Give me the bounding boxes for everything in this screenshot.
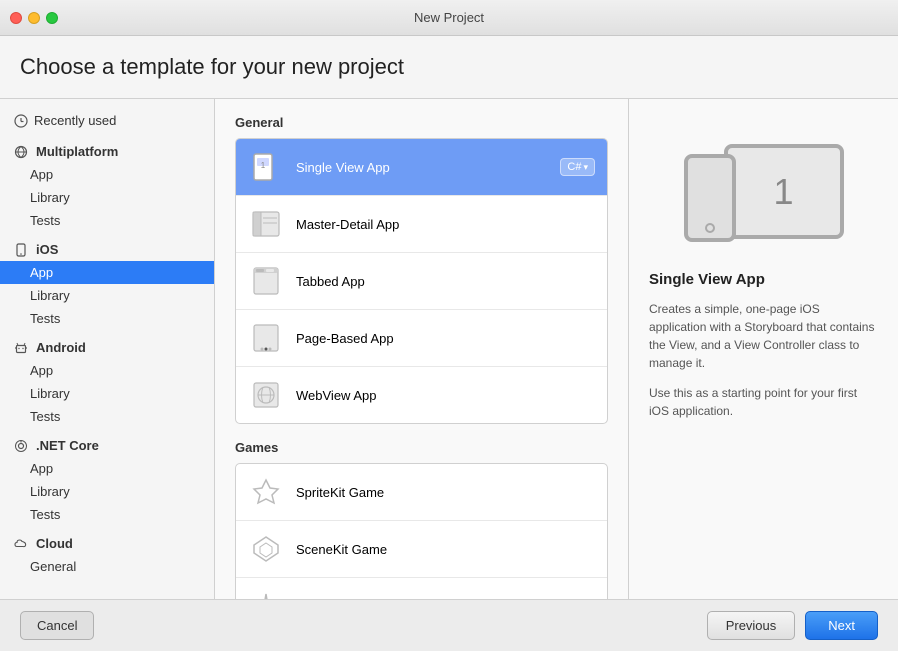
phone-home-button	[705, 223, 715, 233]
sidebar-section-netcore: .NET Core	[0, 428, 214, 457]
sidebar-section-multiplatform: Multiplatform	[0, 134, 214, 163]
multiplatform-icon	[14, 145, 28, 159]
spritekit-game-label: SpriteKit Game	[296, 485, 595, 500]
scenekit-icon	[248, 531, 284, 567]
sidebar-section-ios: iOS	[0, 232, 214, 261]
sidebar-item-android-library[interactable]: Library	[0, 382, 214, 405]
window-controls	[10, 12, 58, 24]
spritekit-icon	[248, 474, 284, 510]
single-view-app-label: Single View App	[296, 160, 548, 175]
tabbed-app-label: Tabbed App	[296, 274, 595, 289]
metal-icon	[248, 588, 284, 599]
sidebar-item-netcore-library[interactable]: Library	[0, 480, 214, 503]
svg-text:1: 1	[261, 161, 266, 170]
device-illustration: 1	[684, 139, 844, 249]
cancel-button[interactable]: Cancel	[20, 611, 94, 640]
template-master-detail-app[interactable]: Master-Detail App	[236, 196, 607, 253]
language-label: C#	[567, 161, 581, 173]
sidebar-item-ios-library[interactable]: Library	[0, 284, 214, 307]
sidebar-item-multiplatform-tests[interactable]: Tests	[0, 209, 214, 232]
template-preview: 1	[649, 119, 878, 259]
language-badge[interactable]: C# ▾	[560, 158, 595, 176]
netcore-label: .NET Core	[36, 438, 99, 453]
single-view-app-icon: 1	[248, 149, 284, 185]
chevron-down-icon: ▾	[583, 162, 588, 173]
sidebar-item-cloud-general[interactable]: General	[0, 555, 214, 578]
clock-icon	[14, 114, 28, 128]
template-metal-game[interactable]: Metal Game	[236, 578, 607, 599]
games-section-header: Games	[235, 440, 608, 455]
preview-number: 1	[773, 171, 793, 213]
next-button[interactable]: Next	[805, 611, 878, 640]
detail-description-1: Creates a simple, one-page iOS applicati…	[649, 300, 878, 372]
sidebar-section-android: Android	[0, 330, 214, 359]
template-spritekit-game[interactable]: SpriteKit Game	[236, 464, 607, 521]
phone-device	[684, 154, 736, 242]
sidebar-item-android-tests[interactable]: Tests	[0, 405, 214, 428]
sidebar: Recently used Multiplatform App Library …	[0, 99, 215, 599]
close-button[interactable]	[10, 12, 22, 24]
sidebar-item-multiplatform-app[interactable]: App	[0, 163, 214, 186]
template-webview-app[interactable]: WebView App	[236, 367, 607, 423]
page-title: Choose a template for your new project	[20, 54, 404, 79]
window-title: New Project	[414, 10, 484, 25]
footer-right: Previous Next	[707, 611, 878, 640]
template-tabbed-app[interactable]: Tabbed App	[236, 253, 607, 310]
previous-button[interactable]: Previous	[707, 611, 796, 640]
footer: Cancel Previous Next	[0, 599, 898, 651]
recently-used-label: Recently used	[34, 113, 116, 128]
template-scenekit-game[interactable]: SceneKit Game	[236, 521, 607, 578]
sidebar-item-netcore-app[interactable]: App	[0, 457, 214, 480]
detail-description-2: Use this as a starting point for your fi…	[649, 384, 878, 420]
page-header: Choose a template for your new project	[0, 36, 898, 99]
footer-left: Cancel	[20, 611, 94, 640]
sidebar-item-netcore-tests[interactable]: Tests	[0, 503, 214, 526]
sidebar-item-multiplatform-library[interactable]: Library	[0, 186, 214, 209]
template-panel: General 1 Single View App C# ▾	[215, 99, 628, 599]
cloud-label: Cloud	[36, 536, 73, 551]
template-page-based-app[interactable]: Page-Based App	[236, 310, 607, 367]
webview-app-icon	[248, 377, 284, 413]
template-single-view-app[interactable]: 1 Single View App C# ▾	[236, 139, 607, 196]
minimize-button[interactable]	[28, 12, 40, 24]
tablet-device: 1	[724, 144, 844, 239]
general-template-list: 1 Single View App C# ▾	[235, 138, 608, 424]
detail-title: Single View App	[649, 271, 878, 288]
games-template-list: SpriteKit Game SceneKit Game	[235, 463, 608, 599]
sidebar-item-ios-app[interactable]: App	[0, 261, 214, 284]
sidebar-item-android-app[interactable]: App	[0, 359, 214, 382]
ios-label: iOS	[36, 242, 58, 257]
page-based-app-icon	[248, 320, 284, 356]
android-icon	[14, 341, 28, 355]
master-detail-label: Master-Detail App	[296, 217, 595, 232]
main-content: Recently used Multiplatform App Library …	[0, 99, 898, 599]
titlebar: New Project	[0, 0, 898, 36]
webview-app-label: WebView App	[296, 388, 595, 403]
tabbed-app-icon	[248, 263, 284, 299]
ios-icon	[14, 243, 28, 257]
multiplatform-label: Multiplatform	[36, 144, 118, 159]
detail-panel: 1 Single View App Creates a simple, one-…	[628, 99, 898, 599]
sidebar-section-cloud: Cloud	[0, 526, 214, 555]
general-section-header: General	[235, 115, 608, 130]
sidebar-item-recently-used[interactable]: Recently used	[0, 107, 214, 134]
scenekit-game-label: SceneKit Game	[296, 542, 595, 557]
netcore-icon	[14, 439, 28, 453]
cloud-icon	[14, 537, 28, 551]
android-label: Android	[36, 340, 86, 355]
sidebar-item-ios-tests[interactable]: Tests	[0, 307, 214, 330]
page-based-app-label: Page-Based App	[296, 331, 595, 346]
master-detail-app-icon	[248, 206, 284, 242]
maximize-button[interactable]	[46, 12, 58, 24]
